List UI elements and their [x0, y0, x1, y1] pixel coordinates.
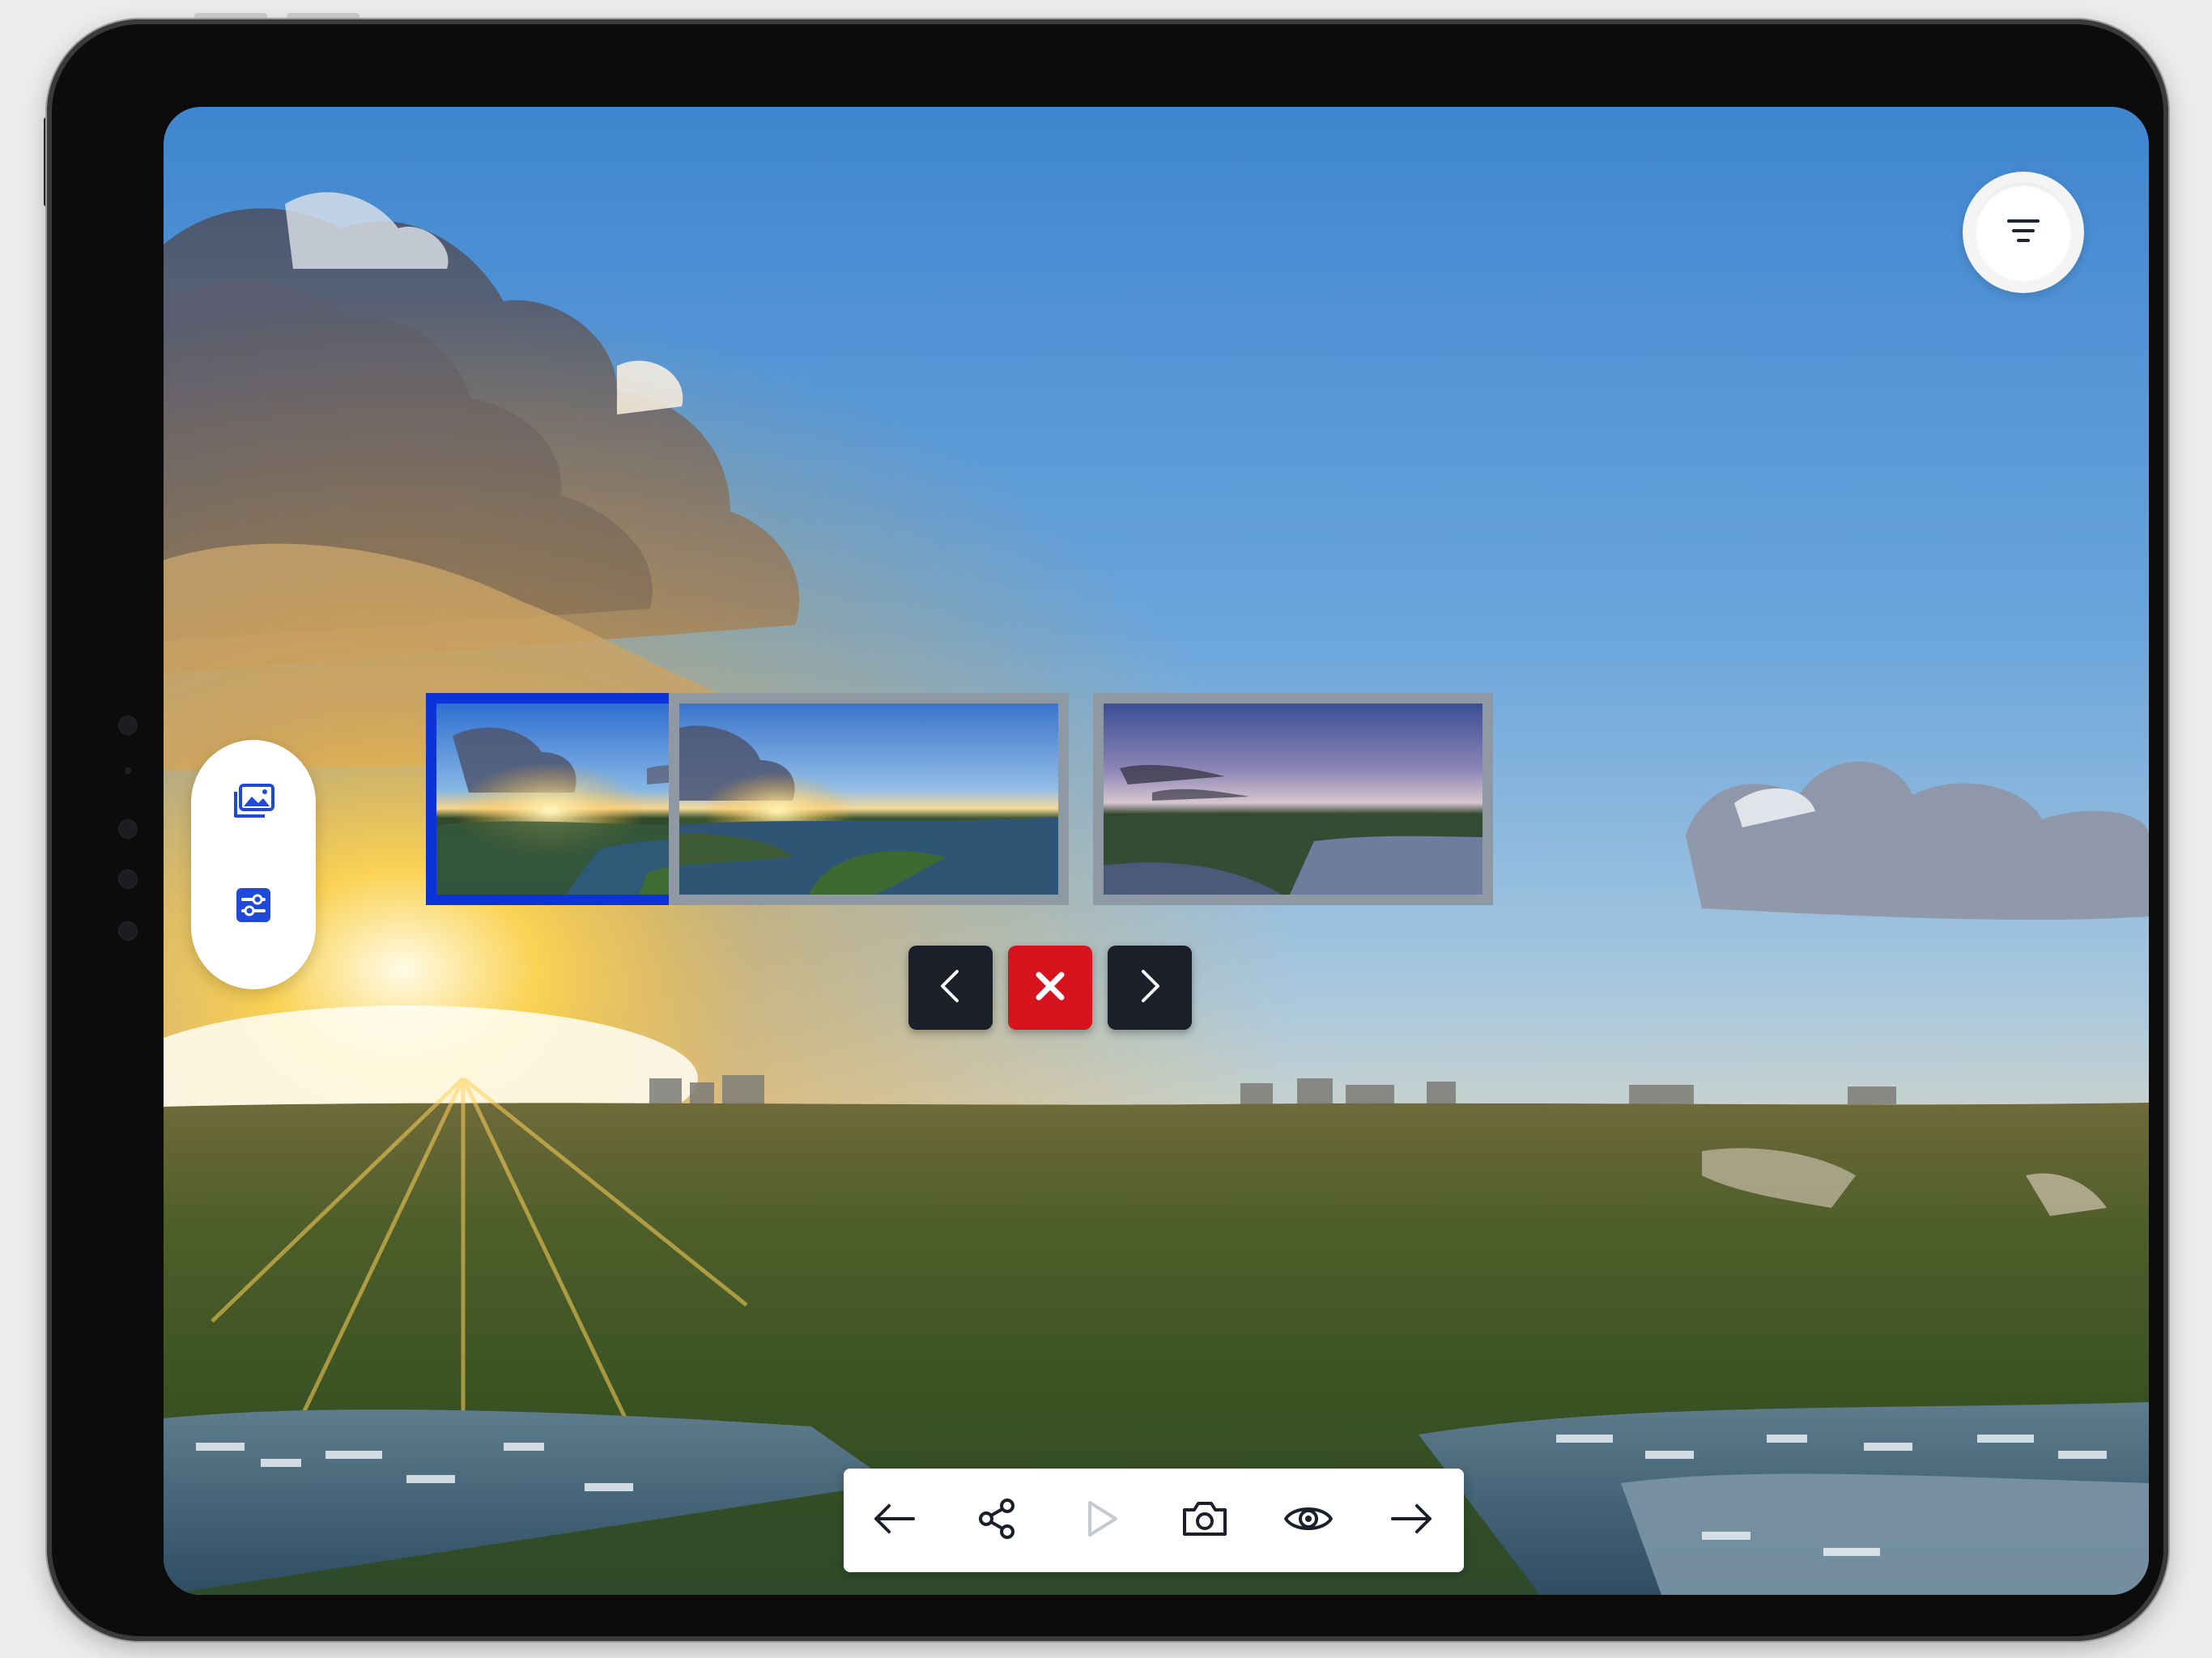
share-button[interactable] — [965, 1488, 1030, 1553]
filter-button[interactable] — [1963, 172, 2084, 293]
settings-button[interactable] — [229, 882, 278, 931]
side-panel — [191, 740, 316, 989]
chevron-left-icon — [934, 967, 967, 1010]
filter-button-inner — [1974, 183, 2073, 282]
arrow-right-icon — [1389, 1503, 1435, 1539]
filter-lines-icon — [2006, 215, 2041, 251]
arrow-left-icon — [871, 1503, 917, 1539]
share-icon — [976, 1498, 1019, 1544]
next-image-button[interactable] — [1108, 946, 1192, 1030]
panorama-thumbnail-bay[interactable] — [669, 693, 1069, 905]
forward-button[interactable] — [1380, 1488, 1444, 1553]
gallery-icon — [232, 783, 274, 823]
sensor-dot-4 — [118, 921, 138, 941]
view-mode-button[interactable] — [1276, 1488, 1341, 1553]
eye-icon — [1283, 1501, 1334, 1541]
front-camera — [118, 819, 138, 839]
back-button[interactable] — [861, 1488, 926, 1553]
gallery-button[interactable] — [229, 779, 278, 827]
previous-image-button[interactable] — [908, 946, 993, 1030]
camera-icon — [1181, 1499, 1228, 1543]
tablet-device — [47, 19, 2168, 1641]
sensor-dot-1 — [118, 716, 138, 735]
chevron-right-icon — [1134, 967, 1166, 1010]
play-button[interactable] — [1069, 1488, 1134, 1553]
sensor-dot-2 — [125, 767, 131, 774]
settings-sliders-icon — [235, 886, 272, 928]
screenshot-button[interactable] — [1172, 1488, 1237, 1553]
play-icon — [1082, 1498, 1121, 1544]
panorama-thumbnail-dusk[interactable] — [1093, 693, 1493, 905]
close-gallery-button[interactable] — [1008, 946, 1092, 1030]
screen — [164, 107, 2149, 1595]
close-icon — [1034, 970, 1066, 1006]
bottom-toolbar — [844, 1469, 1464, 1572]
sensor-dot-3 — [118, 869, 138, 889]
